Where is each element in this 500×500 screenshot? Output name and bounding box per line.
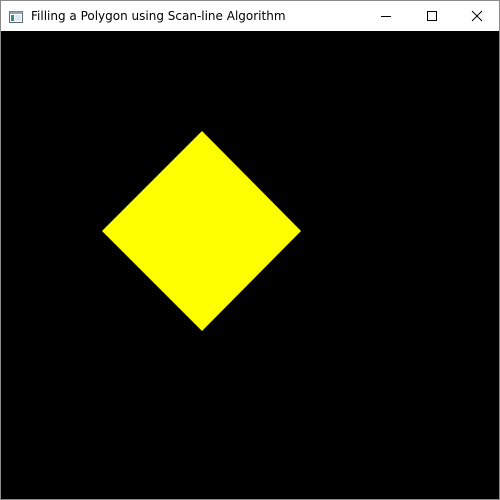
close-button[interactable] xyxy=(454,1,500,31)
drawing-area xyxy=(1,31,499,499)
app-window-icon xyxy=(9,9,23,23)
app-window: Filling a Polygon using Scan-line Algori… xyxy=(0,0,500,500)
maximize-icon xyxy=(426,7,438,26)
filled-polygon xyxy=(102,131,301,331)
maximize-button[interactable] xyxy=(409,1,455,31)
scanline-canvas xyxy=(102,131,301,331)
minimize-icon xyxy=(380,7,392,26)
close-icon xyxy=(471,7,483,26)
window-title: Filling a Polygon using Scan-line Algori… xyxy=(31,9,286,23)
title-bar[interactable]: Filling a Polygon using Scan-line Algori… xyxy=(1,1,499,31)
minimize-button[interactable] xyxy=(363,1,409,31)
